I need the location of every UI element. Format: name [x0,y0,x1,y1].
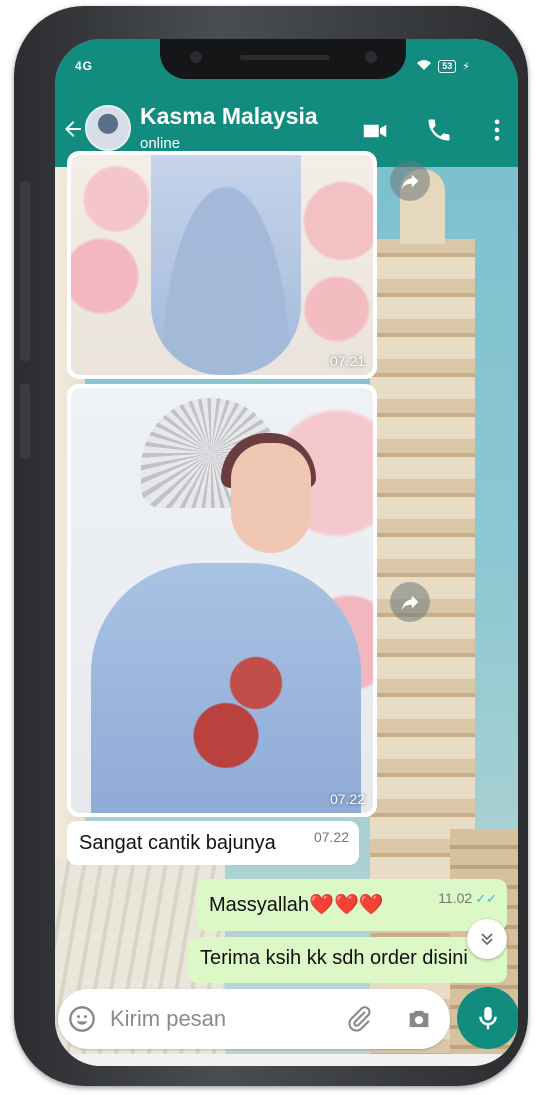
voice-call-icon[interactable] [425,116,455,146]
camera-icon[interactable] [405,1005,433,1038]
outgoing-message[interactable]: Terima ksih kk sdh order disini [188,937,507,983]
sensor-dot [365,51,377,63]
double-chevron-down-icon [481,933,493,946]
mic-button[interactable] [457,987,518,1049]
message-time: 11.02 ✓✓ [438,890,497,906]
message-time: 07.22 [313,829,349,845]
wifi-icon [416,59,432,74]
contact-name[interactable]: Kasma Malaysia [140,103,318,130]
battery-icon: 53 [438,60,457,73]
notch [160,39,406,79]
photo-dress [151,155,301,375]
forward-icon[interactable] [390,161,430,201]
photo-face [231,443,311,553]
image-message[interactable]: 07.22 [67,384,377,817]
chat-screen: 4G 53 ⚡ Kasma Malaysia online 07.21 07.2… [55,39,518,1066]
phone-frame: 4G 53 ⚡ Kasma Malaysia online 07.21 07.2… [14,6,528,1086]
charging-icon: ⚡ [462,61,470,73]
message-time: 07.21 [329,353,365,369]
forward-icon[interactable] [390,582,430,622]
more-vertical-icon[interactable] [483,116,513,146]
message-input[interactable]: Kirim pesan [110,1006,226,1032]
mic-icon [479,1006,497,1030]
message-time: 07.22 [329,791,365,807]
scroll-down-button[interactable] [467,919,507,959]
camera-dot [190,51,202,63]
message-text: Terima ksih kk sdh order disini [200,947,468,969]
emoji-icon[interactable] [68,1005,96,1038]
image-message[interactable]: 07.21 [67,151,377,379]
avatar[interactable] [85,105,131,151]
incoming-message[interactable]: Sangat cantik bajunya 07.22 [67,821,359,865]
photo-thumbnail[interactable]: 07.21 [71,155,373,375]
video-call-icon[interactable] [360,116,390,146]
contact-status: online [140,135,181,152]
nav-bar [55,1054,518,1066]
side-button [20,384,30,459]
back-arrow-icon[interactable] [61,117,85,145]
side-button [20,181,30,361]
network-indicator: 4G [75,59,94,73]
message-composer[interactable]: Kirim pesan [58,989,450,1049]
attach-icon[interactable] [345,1005,373,1038]
status-icons: 53 ⚡ [416,59,470,74]
outgoing-message[interactable]: Massyallah❤️❤️❤️ 11.02 ✓✓ [197,879,507,931]
message-text: Massyallah❤️❤️❤️ [209,894,384,916]
photo-hands [166,623,316,773]
photo-thumbnail[interactable]: 07.22 [71,388,373,813]
read-ticks-icon: ✓✓ [475,891,497,906]
message-text: Sangat cantik bajunya [79,832,276,854]
speaker-grill [240,55,330,60]
